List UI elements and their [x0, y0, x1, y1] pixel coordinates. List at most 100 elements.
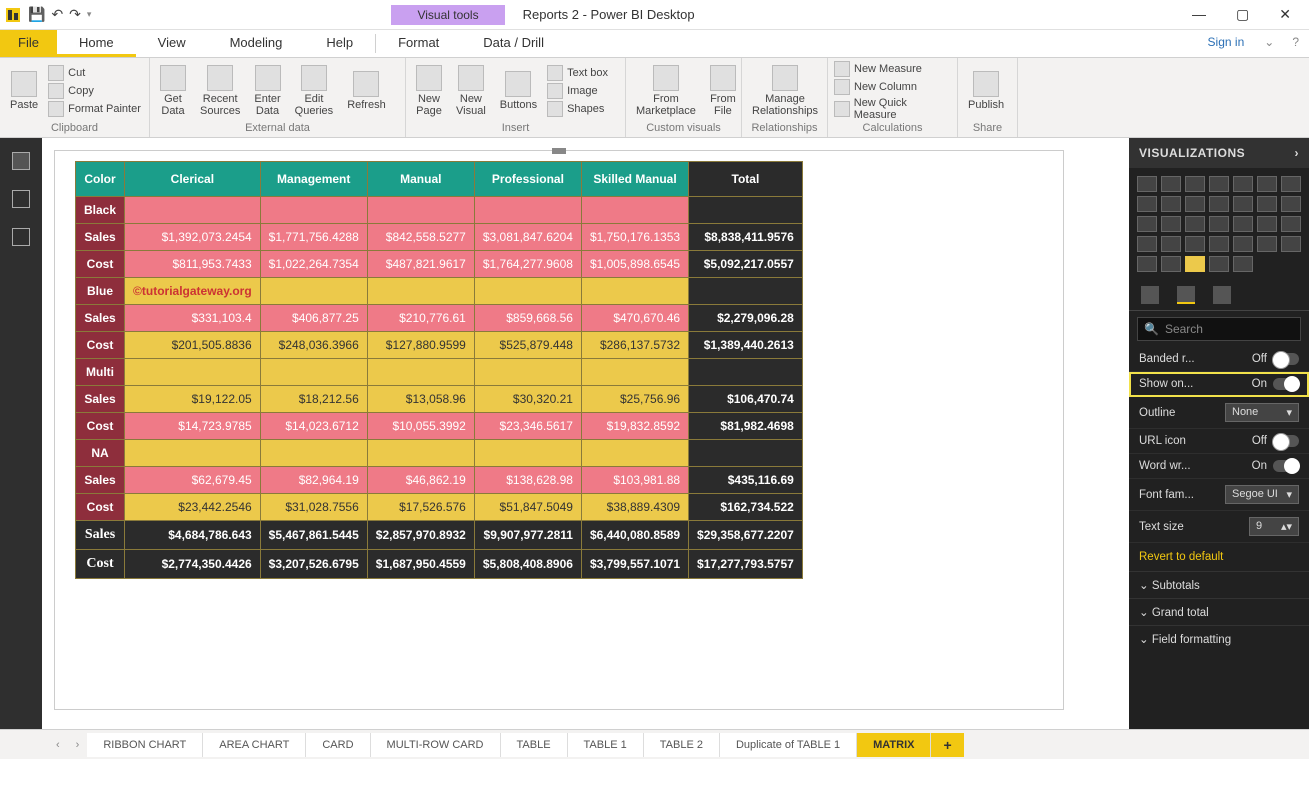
viz-type-icon[interactable]: [1185, 216, 1205, 232]
add-page-button[interactable]: +: [931, 733, 963, 757]
from-marketplace-button[interactable]: From Marketplace: [632, 63, 700, 119]
paste-button[interactable]: Paste: [6, 69, 42, 113]
file-menu[interactable]: File: [0, 30, 57, 57]
viz-type-icon[interactable]: [1281, 216, 1301, 232]
page-tab[interactable]: MATRIX: [857, 733, 931, 757]
viz-type-icon[interactable]: [1209, 236, 1229, 252]
format-tab-icon[interactable]: [1177, 286, 1195, 304]
resize-handle-icon[interactable]: [552, 148, 566, 154]
report-view-icon[interactable]: [12, 152, 30, 170]
viz-type-icon[interactable]: [1209, 256, 1229, 272]
tabs-prev-icon[interactable]: ‹: [48, 739, 68, 751]
save-icon[interactable]: 💾: [28, 6, 45, 23]
viz-type-icon[interactable]: [1209, 216, 1229, 232]
viz-type-icon[interactable]: [1185, 176, 1205, 192]
viz-type-icon[interactable]: [1257, 196, 1277, 212]
tab-home[interactable]: Home: [57, 30, 136, 57]
viz-type-icon[interactable]: [1137, 176, 1157, 192]
viz-type-icon[interactable]: [1281, 176, 1301, 192]
viz-type-icon[interactable]: [1233, 256, 1253, 272]
toggle-switch[interactable]: [1273, 378, 1299, 390]
redo-icon[interactable]: ↷: [69, 6, 81, 23]
viz-type-icon[interactable]: [1281, 196, 1301, 212]
page-tab[interactable]: AREA CHART: [203, 733, 306, 757]
page-tab[interactable]: CARD: [306, 733, 370, 757]
column-header[interactable]: Manual: [367, 162, 474, 197]
viz-type-icon[interactable]: [1281, 236, 1301, 252]
column-header[interactable]: Professional: [474, 162, 581, 197]
tab-view[interactable]: View: [136, 30, 208, 57]
viz-type-icon[interactable]: [1257, 176, 1277, 192]
viz-type-icon[interactable]: [1257, 236, 1277, 252]
page-tab[interactable]: RIBBON CHART: [87, 733, 203, 757]
spinner[interactable]: 9▴▾: [1249, 517, 1299, 536]
from-file-button[interactable]: From File: [706, 63, 740, 119]
viz-type-icon[interactable]: [1185, 236, 1205, 252]
viz-type-icon[interactable]: [1233, 176, 1253, 192]
sign-in-link[interactable]: Sign in: [1196, 30, 1257, 57]
close-button[interactable]: ✕: [1279, 6, 1291, 23]
dropdown[interactable]: Segoe UI▾: [1225, 485, 1299, 504]
column-header[interactable]: Total: [689, 162, 803, 197]
tabs-next-icon[interactable]: ›: [68, 739, 88, 751]
column-header[interactable]: Clerical: [125, 162, 261, 197]
viz-type-icon[interactable]: [1161, 176, 1181, 192]
new-visual-button[interactable]: New Visual: [452, 63, 490, 119]
image-button[interactable]: Image: [547, 83, 608, 99]
model-view-icon[interactable]: [12, 228, 30, 246]
page-tab[interactable]: TABLE 1: [568, 733, 644, 757]
section-expander[interactable]: ⌄ Field formatting: [1129, 625, 1309, 652]
viz-type-icon[interactable]: [1161, 196, 1181, 212]
viz-type-icon[interactable]: [1137, 256, 1157, 272]
new-measure-button[interactable]: New Measure: [834, 61, 951, 77]
viz-type-icon[interactable]: [1137, 236, 1157, 252]
matrix-visual[interactable]: ColorClericalManagementManualProfessiona…: [54, 150, 1064, 710]
undo-icon[interactable]: ↶: [51, 6, 63, 23]
get-data-button[interactable]: Get Data: [156, 63, 190, 119]
column-header[interactable]: Management: [260, 162, 367, 197]
copy-button[interactable]: Copy: [48, 83, 141, 99]
publish-button[interactable]: Publish: [964, 69, 1008, 113]
viz-type-icon[interactable]: [1233, 236, 1253, 252]
qat-dropdown-icon[interactable]: ▾: [87, 9, 92, 20]
dropdown[interactable]: None▾: [1225, 403, 1299, 422]
viz-type-icon[interactable]: [1233, 216, 1253, 232]
new-page-button[interactable]: New Page: [412, 63, 446, 119]
fields-tab-icon[interactable]: [1141, 286, 1159, 304]
toggle-switch[interactable]: [1273, 353, 1299, 365]
tab-help[interactable]: Help: [304, 30, 375, 57]
minimize-button[interactable]: —: [1192, 6, 1206, 23]
page-tab[interactable]: TABLE: [501, 733, 568, 757]
manage-relationships-button[interactable]: Manage Relationships: [748, 63, 822, 119]
data-view-icon[interactable]: [12, 190, 30, 208]
page-tab[interactable]: MULTI-ROW CARD: [371, 733, 501, 757]
recent-sources-button[interactable]: Recent Sources: [196, 63, 244, 119]
revert-to-default-link[interactable]: Revert to default: [1129, 543, 1309, 571]
viz-type-icon[interactable]: [1161, 216, 1181, 232]
column-header[interactable]: Skilled Manual: [581, 162, 688, 197]
tab-modeling[interactable]: Modeling: [208, 30, 305, 57]
cut-button[interactable]: Cut: [48, 65, 141, 81]
tab-data-drill[interactable]: Data / Drill: [461, 30, 566, 57]
maximize-button[interactable]: ▢: [1236, 6, 1249, 23]
toggle-switch[interactable]: [1273, 460, 1299, 472]
viz-type-icon[interactable]: [1209, 196, 1229, 212]
viz-type-icon[interactable]: [1161, 236, 1181, 252]
search-input[interactable]: 🔍 Search: [1137, 317, 1301, 341]
tab-format[interactable]: Format: [376, 30, 461, 57]
viz-type-icon[interactable]: [1185, 196, 1205, 212]
new-column-button[interactable]: New Column: [834, 79, 951, 95]
page-tab[interactable]: Duplicate of TABLE 1: [720, 733, 857, 757]
enter-data-button[interactable]: Enter Data: [250, 63, 284, 119]
collapse-ribbon-icon[interactable]: ⌄: [1256, 30, 1282, 57]
viz-type-icon[interactable]: [1137, 196, 1157, 212]
toggle-switch[interactable]: [1273, 435, 1299, 447]
section-expander[interactable]: ⌄ Subtotals: [1129, 571, 1309, 598]
viz-type-icon[interactable]: [1185, 256, 1205, 272]
format-painter-button[interactable]: Format Painter: [48, 101, 141, 117]
collapse-panel-icon[interactable]: ›: [1295, 146, 1300, 160]
page-tab[interactable]: TABLE 2: [644, 733, 720, 757]
section-expander[interactable]: ⌄ Grand total: [1129, 598, 1309, 625]
new-quick-measure-button[interactable]: New Quick Measure: [834, 97, 951, 121]
help-icon[interactable]: ?: [1282, 30, 1309, 57]
